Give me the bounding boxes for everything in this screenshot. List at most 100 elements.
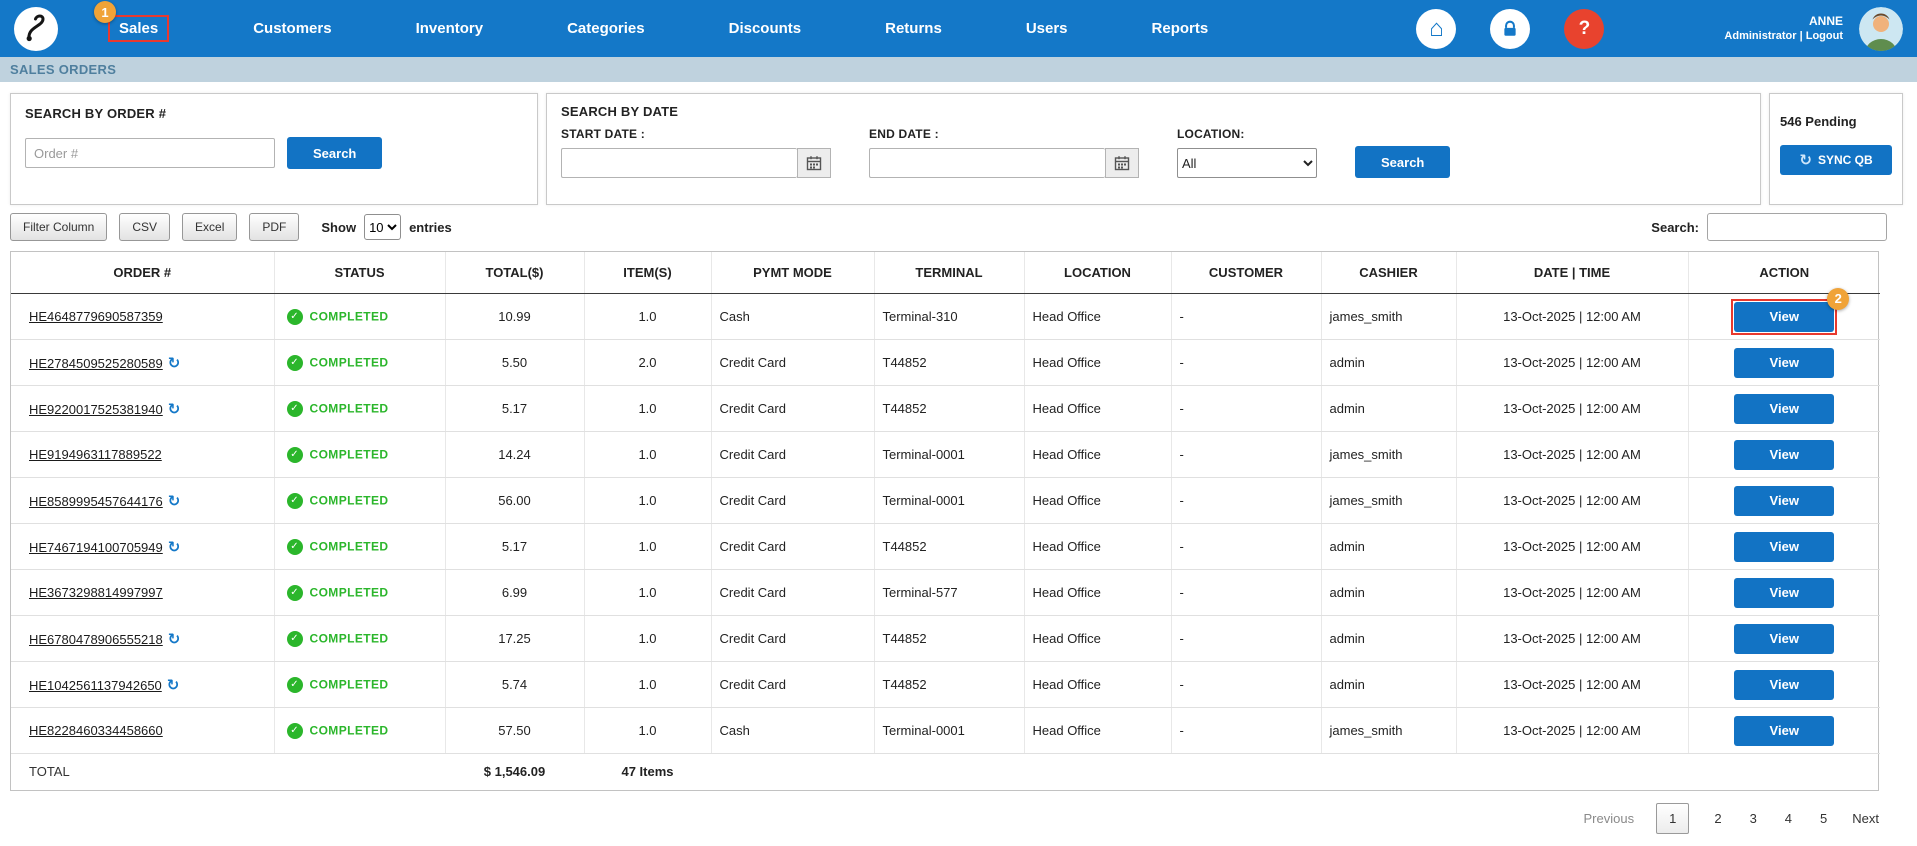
order-number-link[interactable]: HE9220017525381940 [29, 402, 163, 417]
cashier-cell: james_smith [1321, 708, 1456, 754]
view-button[interactable]: View [1734, 486, 1834, 516]
column-header[interactable]: DATE | TIME [1456, 252, 1688, 294]
page-number-2[interactable]: 2 [1711, 809, 1724, 828]
view-button[interactable]: View [1734, 624, 1834, 654]
order-number-link[interactable]: HE2784509525280589 [29, 356, 163, 371]
completed-check-icon: ✓ [287, 401, 303, 417]
table-toolbar: Filter Column CSV Excel PDF Show 10 entr… [0, 213, 1917, 241]
column-header[interactable]: ACTION [1688, 252, 1880, 294]
order-number-link[interactable]: HE9194963117889522 [29, 447, 162, 462]
view-button[interactable]: View [1734, 670, 1834, 700]
order-number-link[interactable]: HE1042561137942650 [29, 678, 162, 693]
column-header[interactable]: CASHIER [1321, 252, 1456, 294]
show-label: Show [321, 220, 356, 235]
order-number-link[interactable]: HE6780478906555218 [29, 632, 163, 647]
location-label: LOCATION: [1177, 127, 1317, 141]
view-button[interactable]: View [1734, 578, 1834, 608]
page-number-1[interactable]: 1 [1656, 803, 1689, 834]
view-button[interactable]: View [1734, 532, 1834, 562]
total-cell: 17.25 [445, 616, 584, 662]
completed-check-icon: ✓ [287, 447, 303, 463]
order-row: HE9220017525381940↻✓COMPLETED5.171.0Cred… [11, 386, 1880, 432]
breadcrumb: SALES ORDERS [0, 57, 1917, 82]
column-header[interactable]: ITEM(S) [584, 252, 711, 294]
page-number-4[interactable]: 4 [1782, 809, 1795, 828]
lock-icon[interactable] [1490, 9, 1530, 49]
order-search-button[interactable]: Search [287, 137, 382, 169]
annotation-badge-1: 1 [94, 1, 116, 23]
datetime-cell: 13-Oct-2025 | 12:00 AM [1456, 386, 1688, 432]
column-header[interactable]: PYMT MODE [711, 252, 874, 294]
column-header[interactable]: STATUS [274, 252, 445, 294]
view-button[interactable]: View [1734, 440, 1834, 470]
pagination: Previous 1 2 3 4 5 Next [0, 803, 1879, 834]
page-number-list: 1 2 3 4 5 [1656, 803, 1830, 834]
page-number-5[interactable]: 5 [1817, 809, 1830, 828]
home-icon[interactable]: ⌂ [1416, 9, 1456, 49]
cashier-cell: james_smith [1321, 432, 1456, 478]
location-cell: Head Office [1024, 570, 1171, 616]
csv-export-button[interactable]: CSV [119, 213, 170, 241]
previous-page-button[interactable]: Previous [1584, 811, 1635, 826]
nav-item-reports[interactable]: Reports [1152, 20, 1209, 37]
order-number-link[interactable]: HE3673298814997997 [29, 585, 163, 600]
items-cell: 1.0 [584, 662, 711, 708]
view-button[interactable]: View [1734, 302, 1834, 332]
terminal-cell: T44852 [874, 616, 1024, 662]
status-text: COMPLETED [310, 540, 389, 554]
column-header[interactable]: CUSTOMER [1171, 252, 1321, 294]
total-items-value: 47 Items [584, 754, 711, 790]
nav-item-discounts[interactable]: Discounts [729, 20, 802, 37]
breadcrumb-label: SALES ORDERS [10, 62, 116, 77]
order-number-link[interactable]: HE8589995457644176 [29, 494, 163, 509]
nav-item-categories[interactable]: Categories [567, 20, 645, 37]
app-logo [14, 7, 58, 51]
user-info[interactable]: ANNE Administrator | Logout [1724, 14, 1843, 44]
end-date-input[interactable] [869, 148, 1105, 178]
customer-cell: - [1171, 708, 1321, 754]
user-avatar[interactable] [1859, 7, 1903, 51]
user-role-logout[interactable]: Administrator | Logout [1724, 29, 1843, 43]
customer-cell: - [1171, 662, 1321, 708]
navbar-right: ⌂ ? ANNE Administrator | Logout [1382, 7, 1903, 51]
sync-panel: 546 Pending ↻ SYNC QB [1769, 93, 1903, 205]
column-header[interactable]: TOTAL($) [445, 252, 584, 294]
nav-item-customers[interactable]: Customers [253, 20, 331, 37]
orders-table-body: HE4648779690587359✓COMPLETED10.991.0Cash… [11, 294, 1880, 754]
order-number-input[interactable] [25, 138, 275, 168]
entries-label: entries [409, 220, 452, 235]
end-date-calendar-icon[interactable] [1105, 148, 1139, 178]
order-row: HE4648779690587359✓COMPLETED10.991.0Cash… [11, 294, 1880, 340]
location-select[interactable]: All [1177, 148, 1317, 178]
column-header[interactable]: TERMINAL [874, 252, 1024, 294]
table-search-input[interactable] [1707, 213, 1887, 241]
view-button[interactable]: View [1734, 394, 1834, 424]
order-number-link[interactable]: HE4648779690587359 [29, 309, 163, 324]
nav-item-returns[interactable]: Returns [885, 20, 942, 37]
column-header[interactable]: ORDER # [11, 252, 274, 294]
start-date-calendar-icon[interactable] [797, 148, 831, 178]
nav-item-users[interactable]: Users [1026, 20, 1068, 37]
terminal-cell: Terminal-0001 [874, 708, 1024, 754]
entries-per-page-select[interactable]: 10 [364, 214, 401, 240]
sync-qb-button[interactable]: ↻ SYNC QB [1780, 145, 1892, 175]
view-button[interactable]: View [1734, 716, 1834, 746]
excel-export-button[interactable]: Excel [182, 213, 237, 241]
order-row: HE8589995457644176↻✓COMPLETED56.001.0Cre… [11, 478, 1880, 524]
terminal-cell: Terminal-310 [874, 294, 1024, 340]
column-header[interactable]: LOCATION [1024, 252, 1171, 294]
next-page-button[interactable]: Next [1852, 811, 1879, 826]
date-search-button[interactable]: Search [1355, 146, 1450, 178]
order-number-link[interactable]: HE7467194100705949 [29, 540, 163, 555]
pdf-export-button[interactable]: PDF [249, 213, 299, 241]
nav-item-sales[interactable]: Sales1 [108, 15, 169, 42]
view-button[interactable]: View [1734, 348, 1834, 378]
nav-item-inventory[interactable]: Inventory [416, 20, 484, 37]
filter-column-button[interactable]: Filter Column [10, 213, 107, 241]
completed-check-icon: ✓ [287, 539, 303, 555]
order-number-link[interactable]: HE8228460334458660 [29, 723, 163, 738]
start-date-input[interactable] [561, 148, 797, 178]
logo-icon [14, 7, 58, 51]
page-number-3[interactable]: 3 [1747, 809, 1760, 828]
help-icon[interactable]: ? [1564, 9, 1604, 49]
